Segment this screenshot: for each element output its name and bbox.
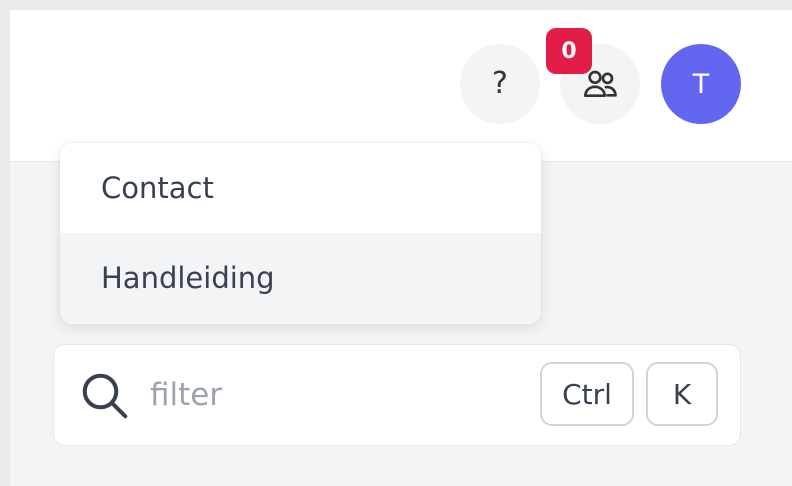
app-window: ? 0 T Contact Handleiding Ctrl <box>10 10 792 486</box>
search-icon <box>82 373 128 419</box>
help-dropdown-menu: Contact Handleiding <box>60 143 541 324</box>
user-avatar[interactable]: T <box>661 44 741 124</box>
menu-item-contact[interactable]: Contact <box>60 143 541 233</box>
help-button[interactable]: ? <box>460 44 540 124</box>
menu-item-handleiding[interactable]: Handleiding <box>60 233 541 323</box>
avatar-initial: T <box>692 68 710 100</box>
filter-input[interactable] <box>150 367 520 423</box>
shortcut-key-k: K <box>646 362 718 426</box>
filter-box: Ctrl K <box>53 344 741 446</box>
top-header: ? 0 T <box>10 10 792 162</box>
notification-badge: 0 <box>546 28 592 74</box>
menu-item-label: Contact <box>101 171 214 205</box>
shortcut-key-ctrl: Ctrl <box>540 362 634 426</box>
menu-item-label: Handleiding <box>101 261 275 295</box>
question-mark-icon: ? <box>492 66 508 101</box>
